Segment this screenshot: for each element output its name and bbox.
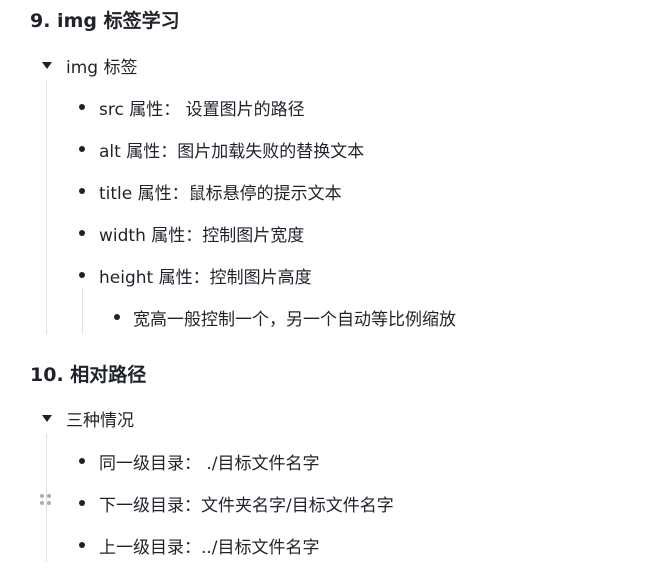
toggle-label-three-cases[interactable]: 三种情况 — [66, 406, 134, 431]
drag-handle-icon[interactable] — [40, 494, 52, 506]
bullet-dot-icon — [79, 500, 85, 506]
list-item[interactable]: width 属性：控制图片宽度 — [99, 221, 304, 246]
bullet-dot-icon — [79, 146, 85, 152]
bullet-dot-icon — [79, 542, 85, 548]
toggle-triangle-icon[interactable] — [42, 62, 52, 69]
bullet-dot-icon — [114, 314, 120, 320]
bullet-dot-icon — [79, 230, 85, 236]
bullet-dot-icon — [79, 458, 85, 464]
list-item[interactable]: 同一级目录： ./目标文件名字 — [99, 449, 320, 474]
list-item[interactable]: src 属性： 设置图片的路径 — [99, 95, 305, 120]
document-page: 9. img 标签学习 img 标签 src 属性： 设置图片的路径 alt 属… — [0, 0, 657, 572]
list-item[interactable]: title 属性：鼠标悬停的提示文本 — [99, 179, 342, 204]
toggle-label-img-tag[interactable]: img 标签 — [66, 53, 137, 78]
section-heading-relative-path: 10. 相对路径 — [30, 364, 147, 386]
bullet-dot-icon — [79, 104, 85, 110]
bullet-dot-icon — [79, 188, 85, 194]
list-subitem[interactable]: 宽高一般控制一个，另一个自动等比例缩放 — [133, 305, 456, 330]
list-item[interactable]: alt 属性：图片加载失败的替换文本 — [99, 137, 364, 162]
indent-guide-nested — [82, 288, 83, 334]
list-item[interactable]: 下一级目录：文件夹名字/目标文件名字 — [99, 491, 394, 516]
list-item[interactable]: 上一级目录：../目标文件名字 — [99, 533, 320, 558]
section-heading-img: 9. img 标签学习 — [30, 10, 180, 32]
toggle-triangle-icon[interactable] — [42, 415, 52, 422]
list-item[interactable]: height 属性：控制图片高度 — [99, 263, 312, 288]
bullet-dot-icon — [79, 272, 85, 278]
indent-guide — [46, 80, 47, 334]
